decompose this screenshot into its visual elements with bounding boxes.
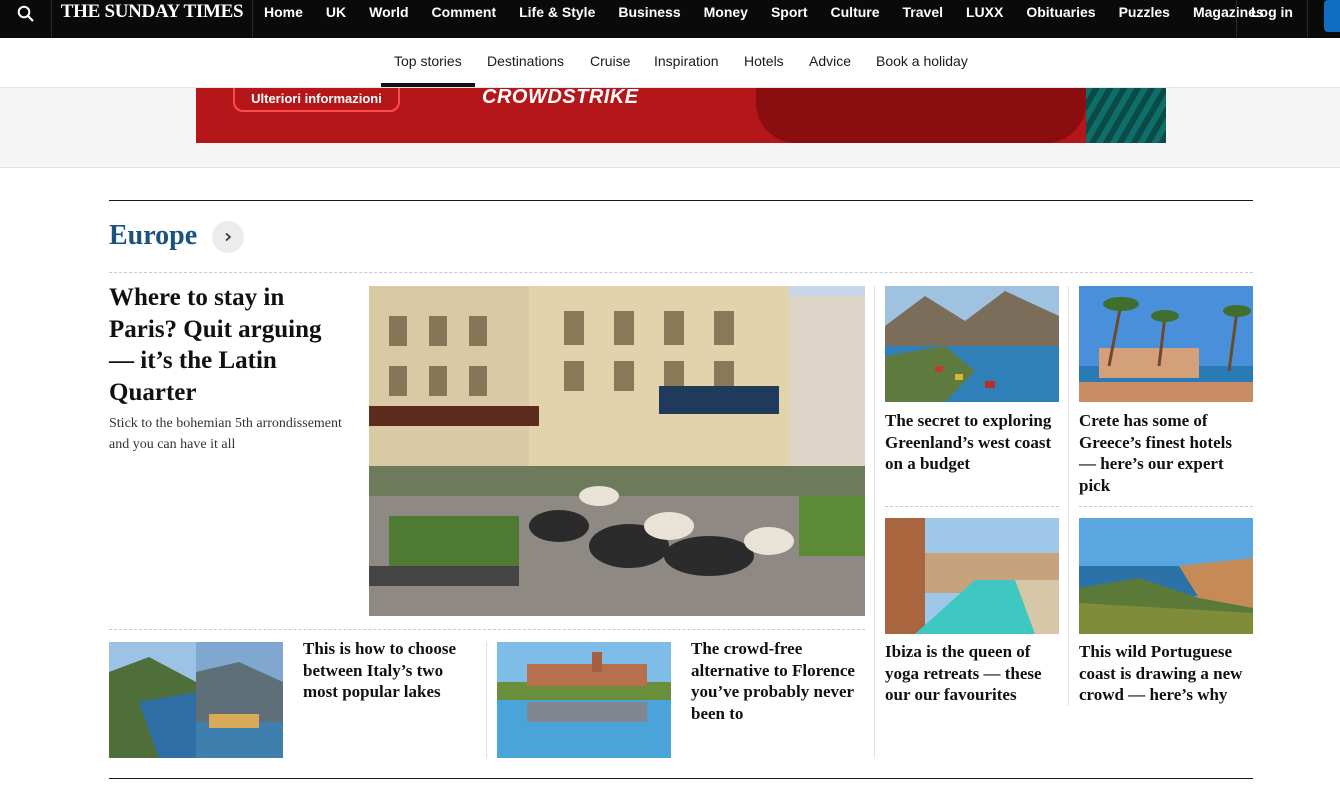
subnav-cruise[interactable]: Cruise (590, 53, 630, 69)
column-divider (486, 642, 487, 758)
column-divider (1068, 286, 1069, 706)
chevron-right-icon (223, 229, 233, 245)
section-top-rule (109, 200, 1253, 201)
nav-link-culture[interactable]: Culture (831, 4, 880, 34)
subnav-destinations[interactable]: Destinations (487, 53, 564, 69)
top-navigation: THE SUNDAY TIMES Home UK World Comment L… (0, 0, 1340, 38)
lead-standfirst: Stick to the bohemian 5th arrondissement… (109, 416, 342, 452)
section-more-button[interactable] (212, 221, 244, 253)
site-logo[interactable]: THE SUNDAY TIMES (52, 0, 253, 38)
nav-link-puzzles[interactable]: Puzzles (1119, 4, 1170, 34)
login-button[interactable]: Log in (1236, 0, 1308, 38)
ad-brand: CROWDSTRIKE (482, 88, 639, 108)
nav-link-obituaries[interactable]: Obituaries (1026, 4, 1095, 34)
active-tab-indicator (381, 83, 475, 87)
italy-lakes-headline[interactable]: This is how to choose between Italy’s tw… (303, 638, 478, 703)
card-divider (885, 506, 1059, 507)
crete-image[interactable] (1079, 286, 1253, 402)
subnav-book-a-holiday[interactable]: Book a holiday (876, 53, 968, 69)
ad-pattern (1086, 88, 1166, 143)
portugal-image[interactable] (1079, 518, 1253, 634)
italy-lakes-image[interactable] (109, 642, 283, 758)
travel-subnav: Top stories Destinations Cruise Inspirat… (0, 38, 1340, 88)
crete-headline[interactable]: Crete has some of Greece’s finest hotels… (1079, 410, 1253, 496)
ad-artwork (756, 88, 1086, 143)
nav-link-uk[interactable]: UK (326, 4, 346, 34)
subnav-advice[interactable]: Advice (809, 53, 851, 69)
nav-link-money[interactable]: Money (704, 4, 748, 34)
subnav-top-stories[interactable]: Top stories (394, 53, 462, 69)
nav-link-home[interactable]: Home (264, 4, 303, 34)
nav-link-comment[interactable]: Comment (432, 4, 497, 34)
nav-link-travel[interactable]: Travel (903, 4, 943, 34)
nav-link-life-style[interactable]: Life & Style (519, 4, 595, 34)
florence-alt-headline[interactable]: The crowd-free alternative to Florence y… (691, 638, 866, 724)
nav-link-business[interactable]: Business (618, 4, 680, 34)
portugal-headline[interactable]: This wild Portuguese coast is drawing a … (1079, 641, 1253, 706)
subnav-inspiration[interactable]: Inspiration (654, 53, 719, 69)
greenland-image[interactable] (885, 286, 1059, 402)
ad-cta-button[interactable]: Ulteriori informazioni (233, 88, 400, 112)
ibiza-headline[interactable]: Ibiza is the queen of yoga retreats — th… (885, 641, 1065, 706)
card-divider (1079, 506, 1253, 507)
main-menu: Home UK World Comment Life & Style Busin… (253, 0, 1287, 38)
row-divider (109, 629, 865, 630)
section-divider (109, 272, 1253, 273)
nav-link-world[interactable]: World (369, 4, 408, 34)
section-bottom-rule (109, 778, 1253, 779)
section-title[interactable]: Europe (109, 220, 197, 252)
ibiza-image[interactable] (885, 518, 1059, 634)
advert-band: Ulteriori informazioni CROWDSTRIKE (0, 88, 1340, 168)
florence-alt-image[interactable] (497, 642, 671, 758)
search-button[interactable] (0, 0, 52, 38)
column-divider (874, 286, 875, 758)
lead-image[interactable] (369, 286, 865, 616)
subnav-hotels[interactable]: Hotels (744, 53, 784, 69)
greenland-headline[interactable]: The secret to exploring Greenland’s west… (885, 410, 1065, 475)
logo-text: THE SUNDAY TIMES (60, 1, 244, 22)
nav-link-luxx[interactable]: LUXX (966, 4, 1003, 34)
search-icon (17, 5, 35, 28)
lead-headline[interactable]: Where to stay in Paris? Quit arguing — i… (109, 282, 349, 408)
advert-banner[interactable]: Ulteriori informazioni CROWDSTRIKE (196, 88, 1166, 143)
nav-link-sport[interactable]: Sport (771, 4, 808, 34)
subscribe-button[interactable] (1324, 0, 1340, 32)
